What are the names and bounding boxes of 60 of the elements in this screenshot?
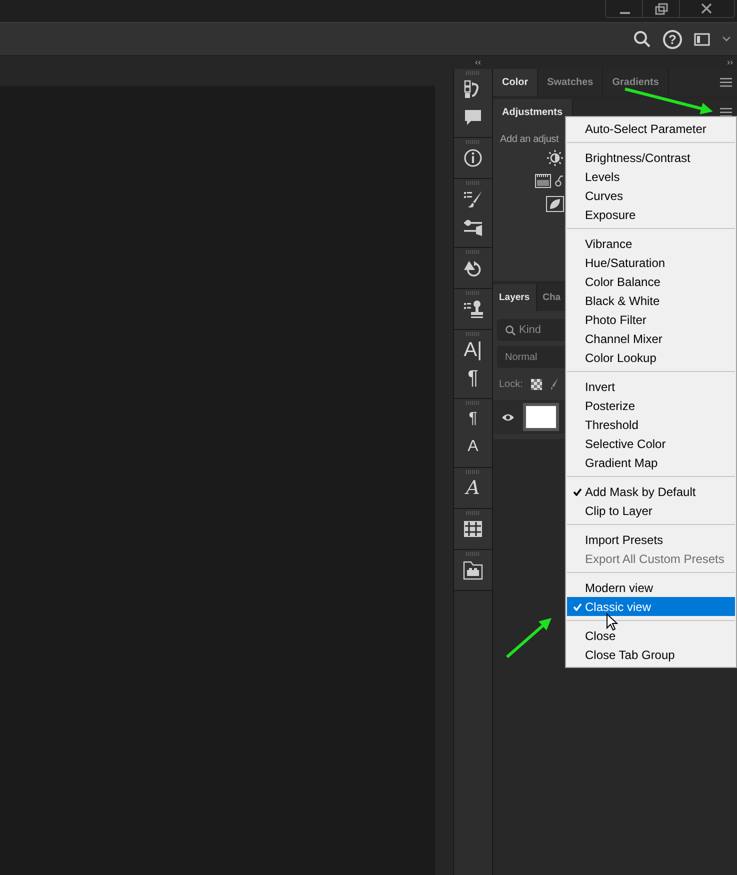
layer-thumbnail [523, 403, 559, 431]
menu-item[interactable]: Channel Mixer [567, 329, 735, 348]
menu-icon[interactable] [720, 78, 732, 87]
glyphs-panel-icon[interactable]: A [466, 477, 480, 499]
menu-item[interactable]: Modern view [567, 578, 735, 597]
character-panel-icon[interactable]: ¶ [468, 367, 478, 389]
collapse-button[interactable]: ‹‹ [475, 56, 481, 69]
menu-item[interactable]: Photo Filter [567, 310, 735, 329]
menu-item[interactable]: Posterize [567, 396, 735, 415]
menu-item[interactable]: Selective Color [567, 434, 735, 453]
panel-tab[interactable]: Layers [493, 284, 537, 311]
brush-icon[interactable] [550, 378, 558, 390]
sliders-icon[interactable] [463, 217, 483, 237]
cursor-icon [606, 613, 618, 631]
comment-icon[interactable] [463, 107, 483, 127]
menu-item[interactable]: Close [567, 626, 735, 645]
menu-item[interactable]: Import Presets [567, 530, 735, 549]
eye-icon[interactable] [501, 412, 515, 422]
brightness-icon[interactable] [546, 149, 564, 167]
panel-tab[interactable]: Adjustments [493, 99, 573, 126]
panel-tab[interactable]: Color [493, 69, 538, 96]
search-icon [505, 325, 516, 336]
character-panel-icon[interactable]: A| [464, 339, 482, 361]
style-panel-icon[interactable]: A [468, 436, 478, 458]
menu-item[interactable]: Add Mask by Default [567, 482, 735, 501]
workspace-icon[interactable] [694, 32, 710, 46]
menu-item[interactable]: Color Balance [567, 272, 735, 291]
menu-item[interactable]: Levels [567, 167, 735, 186]
menu-item[interactable]: Invert [567, 377, 735, 396]
menu-item[interactable]: Color Lookup [567, 348, 735, 367]
menu-item[interactable]: Gradient Map [567, 453, 735, 472]
panel-tab[interactable]: Swatches [538, 69, 604, 96]
stamp-icon[interactable] [463, 299, 483, 319]
chevron-down-icon[interactable] [722, 36, 731, 42]
menu-item[interactable]: Curves [567, 186, 735, 205]
brush-icon[interactable] [463, 189, 483, 209]
selective-color-icon[interactable] [546, 196, 564, 212]
menu-item[interactable]: Clip to Layer [567, 501, 735, 520]
info-icon[interactable] [463, 148, 483, 168]
menu-item[interactable]: Classic view [567, 597, 735, 616]
menu-item[interactable]: Vibrance [567, 234, 735, 253]
menu-item[interactable]: Brightness/Contrast [567, 148, 735, 167]
folder-icon[interactable] [463, 560, 483, 580]
lock-label: Lock: [499, 378, 523, 390]
grid-icon[interactable] [463, 519, 483, 539]
style-panel-icon[interactable]: ¶ [468, 408, 478, 430]
panel-tab[interactable]: Gradients [603, 69, 669, 96]
history-brush-icon[interactable] [463, 258, 483, 278]
help-icon[interactable]: ? [663, 30, 682, 48]
menu-item[interactable]: Black & White [567, 291, 735, 310]
expand-button[interactable]: ›› [727, 56, 733, 69]
gradient-map-icon[interactable] [535, 174, 551, 188]
menu-item[interactable]: Threshold [567, 415, 735, 434]
hint-text: Add an adjust [500, 134, 560, 145]
menu-item[interactable]: Hue/Saturation [567, 253, 735, 272]
checker-icon[interactable] [530, 378, 542, 390]
menu-item[interactable]: Close Tab Group [567, 645, 735, 664]
search-icon[interactable] [633, 30, 651, 48]
menu-icon[interactable] [720, 108, 732, 117]
menu-item[interactable]: Exposure [567, 205, 735, 224]
